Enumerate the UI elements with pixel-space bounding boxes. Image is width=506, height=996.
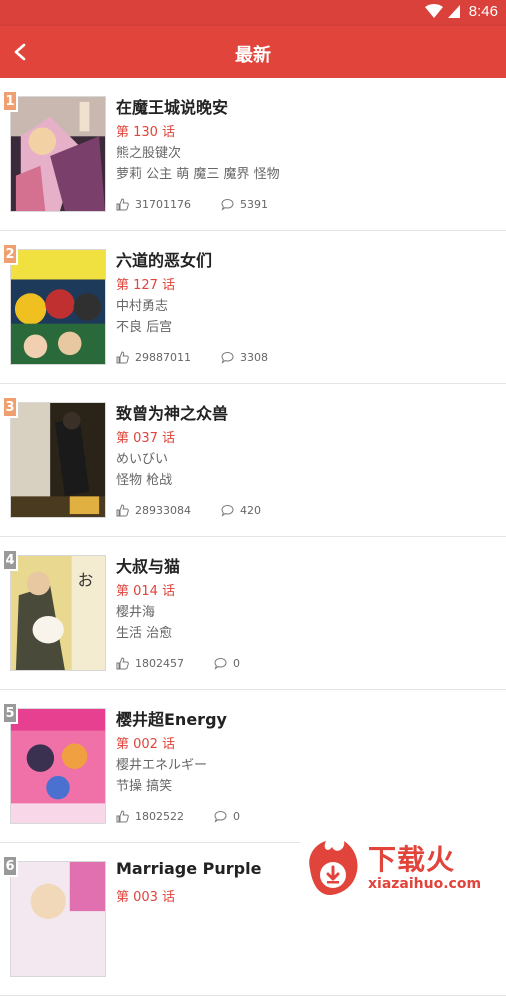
comments-count: 420 [240, 504, 261, 517]
comment-bubble-icon [214, 657, 227, 670]
chapter-label: 第 003 话 [116, 890, 176, 905]
watermark-logo: 下载火 xiazaihuo.com [300, 836, 506, 900]
likes-stat: 31701176 [116, 198, 191, 211]
author-label: 中村勇志 [116, 299, 169, 314]
list-item[interactable]: 3 致曾为神之众兽 第 037 话 めいびい 怪物 枪战 28933084 42… [0, 384, 506, 537]
tags-label: 萝莉 公主 萌 魔三 魔界 怪物 [116, 167, 280, 182]
author-label: 樱井海 [116, 605, 156, 620]
cover-art [11, 97, 105, 211]
rank-badge: 2 [2, 243, 18, 265]
comments-stat: 0 [214, 810, 240, 823]
status-icons: 8:46 [424, 3, 498, 20]
author-label: 樱井エネルギー [116, 758, 208, 773]
thumbs-up-icon [116, 657, 129, 670]
thumbs-up-icon [116, 351, 129, 364]
likes-stat: 1802522 [116, 810, 184, 823]
app-bar: 最新 [0, 26, 506, 78]
comic-title[interactable]: Marriage Purple [116, 859, 261, 878]
cover-art [11, 862, 105, 976]
comment-bubble-icon [221, 351, 234, 364]
comments-count: 0 [233, 810, 240, 823]
comment-bubble-icon [221, 504, 234, 517]
watermark-text: 下载火 xiazaihuo.com [368, 843, 482, 893]
likes-stat: 1802457 [116, 657, 184, 670]
cover-image[interactable] [10, 402, 106, 518]
likes-stat: 29887011 [116, 351, 191, 364]
comments-stat: 420 [221, 504, 261, 517]
author-label: めいびい [116, 452, 169, 467]
author-label: 熊之股键次 [116, 146, 182, 161]
cover-art [11, 403, 105, 517]
status-bar: 8:46 [0, 0, 506, 26]
cover-art: お [11, 556, 105, 670]
signal-icon [447, 5, 460, 18]
chapter-label: 第 014 话 [116, 584, 176, 599]
comments-stat: 5391 [221, 198, 268, 211]
tags-label: 生活 治愈 [116, 626, 173, 641]
comic-title[interactable]: 致曾为神之众兽 [116, 400, 228, 424]
stats-row: 1802457 0 [116, 657, 240, 670]
chapter-label: 第 037 话 [116, 431, 176, 446]
likes-stat: 28933084 [116, 504, 191, 517]
comment-bubble-icon [221, 198, 234, 211]
status-time: 8:46 [468, 3, 498, 20]
comic-title[interactable]: 樱井超Energy [116, 706, 227, 730]
tags-label: 不良 后宫 [116, 320, 173, 335]
list-item[interactable]: お 4 大叔与猫 第 014 话 樱井海 生活 治愈 1802457 0 [0, 537, 506, 690]
comment-bubble-icon [214, 810, 227, 823]
svg-text:お: お [78, 570, 94, 589]
stats-row: 31701176 5391 [116, 198, 268, 211]
cover-image[interactable] [10, 249, 106, 365]
thumbs-up-icon [116, 810, 129, 823]
list-item[interactable]: 2 六道的恶女们 第 127 话 中村勇志 不良 后宫 29887011 330… [0, 231, 506, 384]
comments-count: 0 [233, 657, 240, 670]
cover-image[interactable]: お [10, 555, 106, 671]
tags-label: 怪物 枪战 [116, 473, 173, 488]
comments-stat: 0 [214, 657, 240, 670]
cover-art [11, 250, 105, 364]
likes-count: 29887011 [135, 351, 191, 364]
likes-count: 31701176 [135, 198, 191, 211]
comments-count: 5391 [240, 198, 268, 211]
stats-row: 29887011 3308 [116, 351, 268, 364]
comments-stat: 3308 [221, 351, 268, 364]
stats-row: 28933084 420 [116, 504, 261, 517]
wifi-icon [424, 4, 443, 18]
thumbs-up-icon [116, 504, 129, 517]
rank-badge: 4 [2, 549, 18, 571]
cover-image[interactable] [10, 96, 106, 212]
chapter-label: 第 002 话 [116, 737, 176, 752]
cover-art [11, 709, 105, 823]
chapter-label: 第 127 话 [116, 278, 176, 293]
stats-row: 1802522 0 [116, 810, 240, 823]
watermark-brand: 下载火 [368, 843, 456, 876]
likes-count: 28933084 [135, 504, 191, 517]
rank-badge: 5 [2, 702, 18, 724]
likes-count: 1802457 [135, 657, 184, 670]
thumbs-up-icon [116, 198, 129, 211]
rank-badge: 1 [2, 90, 18, 112]
list-item[interactable]: 1 在魔王城说晚安 第 130 话 熊之股键次 萝莉 公主 萌 魔三 魔界 怪物… [0, 78, 506, 231]
comments-count: 3308 [240, 351, 268, 364]
cover-image[interactable] [10, 861, 106, 977]
rank-badge: 3 [2, 396, 18, 418]
list-item[interactable]: 5 樱井超Energy 第 002 话 樱井エネルギー 节操 搞笑 180252… [0, 690, 506, 843]
page-title: 最新 [235, 45, 271, 66]
chapter-label: 第 130 话 [116, 125, 176, 140]
rank-badge: 6 [2, 855, 18, 877]
comic-title[interactable]: 在魔王城说晚安 [116, 94, 228, 118]
likes-count: 1802522 [135, 810, 184, 823]
flame-logo-icon [309, 841, 358, 895]
comic-title[interactable]: 大叔与猫 [116, 553, 180, 577]
watermark-url: xiazaihuo.com [368, 876, 482, 892]
cover-image[interactable] [10, 708, 106, 824]
comic-title[interactable]: 六道的恶女们 [116, 247, 212, 271]
tags-label: 节操 搞笑 [116, 779, 173, 794]
